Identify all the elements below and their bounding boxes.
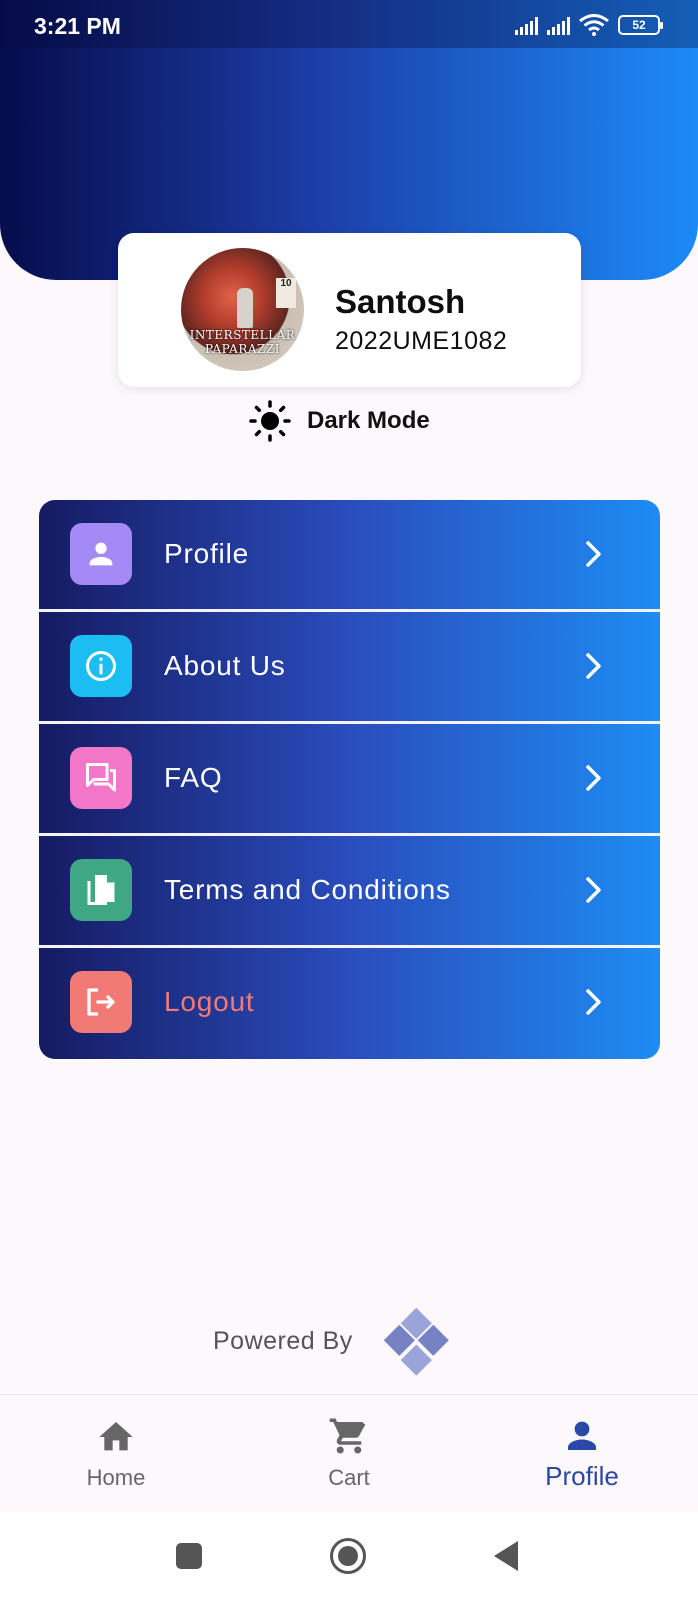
powered-by-label: Powered By — [213, 1326, 353, 1355]
battery-icon: 52 — [618, 15, 663, 35]
person-icon — [89, 542, 113, 566]
menu-icon-box — [70, 747, 132, 809]
nav-label-cart: Cart — [328, 1465, 370, 1490]
user-name: Santosh — [335, 283, 466, 320]
chevron-right-icon — [586, 765, 601, 791]
home-icon — [99, 1422, 133, 1451]
menu-item-label: About Us — [164, 650, 286, 681]
system-navigation-bar — [0, 1512, 698, 1600]
status-icons: 52 — [515, 14, 663, 36]
forum-icon — [86, 763, 116, 792]
menu-item-label: FAQ — [164, 762, 223, 793]
avatar-badge: 10 — [276, 278, 296, 308]
menu-item-label: Profile — [164, 538, 249, 569]
brand-logo-icon — [383, 1307, 449, 1376]
dark-mode-label: Dark Mode — [307, 407, 430, 434]
nav-item-profile[interactable]: Profile — [466, 1395, 698, 1513]
menu-item-faq[interactable]: FAQ — [39, 724, 660, 833]
status-bar: 3:21 PM 52 — [0, 0, 698, 48]
wifi-icon — [579, 14, 609, 36]
nav-label-profile: Profile — [545, 1461, 619, 1491]
dark-mode-toggle[interactable]: Dark Mode — [249, 398, 430, 444]
nav-label-home: Home — [86, 1465, 146, 1490]
avatar-text-line2: PAPARAZZI — [205, 342, 280, 356]
status-time: 3:21 PM — [34, 13, 121, 39]
cart-icon — [329, 1418, 366, 1454]
person-icon — [568, 1421, 596, 1450]
menu-icon-box — [70, 971, 132, 1033]
chevron-right-icon — [586, 653, 601, 679]
back-icon[interactable] — [492, 1540, 520, 1572]
nav-item-home[interactable]: Home — [0, 1395, 232, 1513]
settings-menu: Profile About Us FAQ Terms and Condition… — [39, 500, 660, 1059]
recents-icon[interactable] — [175, 1542, 203, 1570]
avatar-astronaut-figure — [237, 288, 253, 328]
signal-icon — [515, 16, 538, 35]
chevron-right-icon — [586, 989, 601, 1015]
menu-item-label: Terms and Conditions — [164, 874, 451, 905]
menu-item-terms[interactable]: Terms and Conditions — [39, 836, 660, 945]
chevron-right-icon — [586, 541, 601, 567]
menu-item-about-us[interactable]: About Us — [39, 612, 660, 721]
info-icon — [86, 651, 116, 681]
chevron-right-icon — [586, 877, 601, 903]
menu-icon-box — [70, 523, 132, 585]
nav-item-cart[interactable]: Cart — [233, 1395, 465, 1513]
avatar[interactable]: 10 INTERSTELLAR PAPARAZZI — [181, 248, 304, 371]
logout-icon — [87, 988, 115, 1016]
home-circle-icon[interactable] — [329, 1537, 367, 1575]
menu-icon-box — [70, 859, 132, 921]
documents-icon — [87, 875, 115, 905]
sun-icon — [249, 400, 291, 442]
user-id: 2022UME1082 — [335, 327, 508, 355]
bottom-navigation: Home Cart Profile — [0, 1394, 698, 1512]
menu-icon-box — [70, 635, 132, 697]
menu-item-label: Logout — [164, 986, 255, 1017]
profile-card: 10 INTERSTELLAR PAPARAZZI Santosh 2022UM… — [118, 233, 581, 387]
menu-item-logout[interactable]: Logout — [39, 948, 660, 1057]
menu-item-profile[interactable]: Profile — [39, 500, 660, 609]
avatar-text-line1: INTERSTELLAR — [189, 328, 296, 342]
signal-icon — [547, 16, 570, 35]
powered-by: Powered By — [213, 1304, 467, 1378]
